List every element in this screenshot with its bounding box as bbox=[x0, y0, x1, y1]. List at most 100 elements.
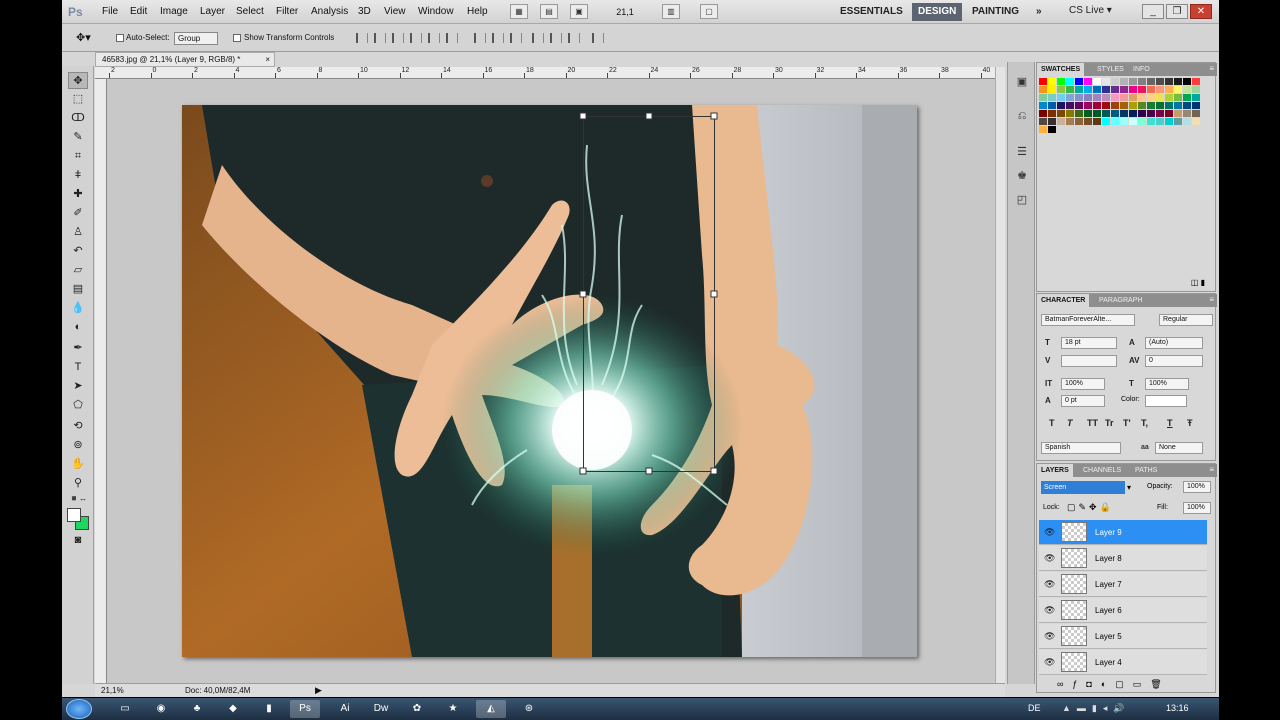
swatch[interactable] bbox=[1111, 110, 1119, 117]
language-dropdown[interactable]: Spanish bbox=[1041, 442, 1121, 454]
swatch[interactable] bbox=[1192, 118, 1200, 125]
text-color-swatch[interactable] bbox=[1145, 395, 1187, 407]
screen-mode-icon[interactable]: ▢ bbox=[700, 4, 718, 19]
menu-filter[interactable]: Filter bbox=[276, 6, 298, 17]
swatch[interactable] bbox=[1102, 86, 1110, 93]
close-icon[interactable]: ✕ bbox=[1190, 4, 1212, 19]
swatch[interactable] bbox=[1138, 110, 1146, 117]
visibility-eye-icon[interactable]: 👁 bbox=[1044, 553, 1055, 564]
dreamweaver-icon[interactable]: Dw bbox=[366, 700, 396, 718]
arrange-documents-icon[interactable]: ▥ bbox=[662, 4, 680, 19]
crop-tool-icon[interactable]: ⌗ bbox=[68, 148, 88, 165]
hand-tool-icon[interactable]: ✋ bbox=[68, 456, 88, 473]
clone-source-icon[interactable]: ♚ bbox=[1013, 168, 1031, 184]
fill-field[interactable]: 100% bbox=[1183, 502, 1211, 514]
app-icon[interactable]: ✿ bbox=[402, 700, 432, 718]
swatch[interactable] bbox=[1057, 102, 1065, 109]
workspace-essentials[interactable]: ESSENTIALS bbox=[834, 3, 909, 21]
swatch[interactable] bbox=[1192, 102, 1200, 109]
canvas-area[interactable] bbox=[107, 79, 995, 683]
status-zoom[interactable]: 21,1% bbox=[101, 686, 124, 695]
tab-styles[interactable]: STYLES bbox=[1093, 63, 1128, 76]
transform-bounding-box[interactable] bbox=[107, 79, 995, 683]
swatch[interactable] bbox=[1129, 78, 1137, 85]
swatch[interactable] bbox=[1102, 110, 1110, 117]
panel-menu-icon[interactable]: ≡ bbox=[1209, 64, 1214, 73]
swatch[interactable] bbox=[1174, 78, 1182, 85]
swatch[interactable] bbox=[1093, 94, 1101, 101]
tracking-field[interactable]: 0 bbox=[1145, 355, 1203, 367]
menu-analysis[interactable]: Analysis bbox=[311, 6, 348, 17]
layer-thumbnail[interactable] bbox=[1061, 574, 1087, 594]
swatch[interactable] bbox=[1156, 118, 1164, 125]
swatch[interactable] bbox=[1048, 102, 1056, 109]
swatch[interactable] bbox=[1183, 102, 1191, 109]
menu-select[interactable]: Select bbox=[236, 6, 264, 17]
swatch[interactable] bbox=[1138, 78, 1146, 85]
swatch[interactable] bbox=[1174, 118, 1182, 125]
swatch[interactable] bbox=[1174, 102, 1182, 109]
swatch[interactable] bbox=[1111, 118, 1119, 125]
swatch[interactable] bbox=[1183, 118, 1191, 125]
faux-bold-button[interactable]: T bbox=[1049, 418, 1055, 428]
swatch[interactable] bbox=[1093, 110, 1101, 117]
panel-menu-icon[interactable]: ≡ bbox=[1209, 295, 1214, 304]
swatch[interactable] bbox=[1093, 86, 1101, 93]
workspace-more[interactable]: » bbox=[1030, 3, 1048, 21]
start-button[interactable] bbox=[66, 699, 92, 719]
layer-row[interactable]: 👁 Layer 4 bbox=[1039, 650, 1207, 675]
tab-channels[interactable]: CHANNELS bbox=[1079, 464, 1125, 477]
auto-select-checkbox[interactable] bbox=[116, 34, 124, 42]
quick-mask-icon[interactable]: ◙ bbox=[68, 532, 88, 549]
menu-window[interactable]: Window bbox=[418, 6, 454, 17]
mini-bridge-panel-icon[interactable]: ▣ bbox=[1013, 74, 1031, 90]
strikethrough-button[interactable]: Ŧ bbox=[1187, 418, 1193, 428]
swatch-grid[interactable] bbox=[1039, 78, 1203, 162]
align-bottom-icon[interactable] bbox=[392, 33, 404, 43]
swatch[interactable] bbox=[1183, 94, 1191, 101]
swatch[interactable] bbox=[1111, 102, 1119, 109]
marquee-tool-icon[interactable]: ⬚ bbox=[68, 91, 88, 108]
auto-align-layers-icon[interactable] bbox=[592, 33, 604, 43]
swatch[interactable] bbox=[1111, 86, 1119, 93]
type-tool-icon[interactable]: T bbox=[68, 359, 88, 376]
chrome-icon[interactable]: ◉ bbox=[146, 700, 176, 718]
swatch[interactable] bbox=[1147, 78, 1155, 85]
swatch[interactable] bbox=[1183, 78, 1191, 85]
swatch[interactable] bbox=[1147, 94, 1155, 101]
tab-paths[interactable]: PATHS bbox=[1131, 464, 1161, 477]
swatch[interactable] bbox=[1174, 86, 1182, 93]
menu-help[interactable]: Help bbox=[467, 6, 488, 17]
swatch[interactable] bbox=[1048, 126, 1056, 133]
menu-image[interactable]: Image bbox=[160, 6, 188, 17]
swatch[interactable] bbox=[1120, 110, 1128, 117]
swatch[interactable] bbox=[1084, 86, 1092, 93]
lock-options-icon[interactable]: ▢✎✥🔒 bbox=[1067, 502, 1114, 513]
layer-thumbnail[interactable] bbox=[1061, 548, 1087, 568]
3d-orbit-tool-icon[interactable]: ⊚ bbox=[68, 437, 88, 454]
swatch[interactable] bbox=[1156, 78, 1164, 85]
swatch[interactable] bbox=[1147, 102, 1155, 109]
align-right-icon[interactable] bbox=[446, 33, 458, 43]
swatch[interactable] bbox=[1102, 118, 1110, 125]
distribute-top-icon[interactable] bbox=[474, 33, 486, 43]
swatch[interactable] bbox=[1138, 118, 1146, 125]
brush-presets-icon[interactable]: ☰ bbox=[1013, 144, 1031, 160]
tab-layers[interactable]: LAYERS bbox=[1037, 464, 1073, 477]
swatch[interactable] bbox=[1102, 78, 1110, 85]
app-icon[interactable]: ◆ bbox=[218, 700, 248, 718]
visibility-eye-icon[interactable]: 👁 bbox=[1044, 657, 1055, 668]
panel-menu-icon[interactable]: ≡ bbox=[1209, 465, 1214, 474]
subscript-button[interactable]: T, bbox=[1141, 418, 1148, 428]
workspace-painting[interactable]: PAINTING bbox=[966, 3, 1025, 21]
clock[interactable]: 13:16 bbox=[1166, 703, 1189, 713]
distribute-bottom-icon[interactable] bbox=[510, 33, 522, 43]
swatch[interactable] bbox=[1084, 118, 1092, 125]
swatch[interactable] bbox=[1066, 102, 1074, 109]
swatch[interactable] bbox=[1120, 102, 1128, 109]
swatch[interactable] bbox=[1129, 102, 1137, 109]
swatch[interactable] bbox=[1066, 94, 1074, 101]
layer-thumbnail[interactable] bbox=[1061, 600, 1087, 620]
status-menu-arrow-icon[interactable]: ▶ bbox=[315, 685, 322, 696]
swatch[interactable] bbox=[1183, 86, 1191, 93]
